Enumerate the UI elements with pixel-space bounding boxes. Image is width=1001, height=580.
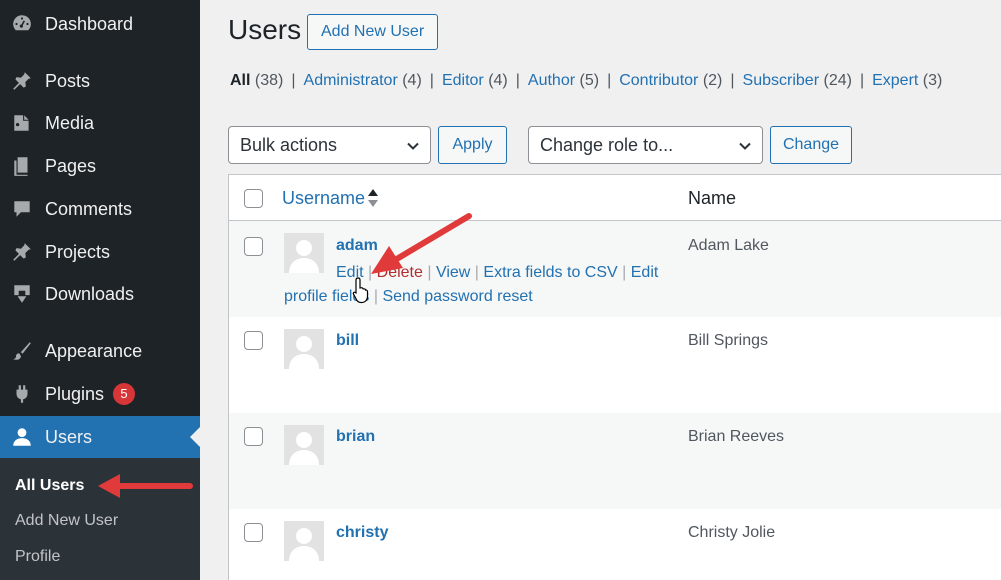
comment-icon	[11, 198, 33, 220]
action-separator: |	[373, 288, 378, 305]
avatar	[284, 425, 324, 465]
sidebar-item-pages[interactable]: Pages	[0, 145, 200, 187]
user-full-name: Adam Lake	[688, 237, 769, 254]
delete-link[interactable]: Delete	[377, 264, 423, 281]
sidebar-item-downloads[interactable]: Downloads	[0, 273, 200, 315]
role-filter-links: All (38) | Administrator (4) | Editor (4) | Au…	[230, 72, 942, 90]
filter-separator: |	[291, 72, 296, 89]
users-table: Username Name adam Adam Lake Edit | Dele…	[228, 174, 1001, 580]
filter-separator: |	[607, 72, 612, 89]
table-header: Username Name	[229, 175, 1001, 221]
avatar	[284, 521, 324, 561]
username-link[interactable]: brian	[336, 428, 375, 446]
brush-icon	[11, 340, 33, 362]
sidebar-item-label: Plugins	[45, 383, 105, 404]
sort-by-username[interactable]: Username	[282, 188, 365, 209]
row-checkbox[interactable]	[244, 523, 263, 542]
sidebar-item-comments[interactable]: Comments	[0, 188, 200, 230]
change-role-select[interactable]: Change role to...	[528, 126, 763, 164]
action-separator: |	[474, 264, 479, 281]
sidebar-item-plugins[interactable]: Plugins 5	[0, 373, 200, 415]
filter-editor[interactable]: Editor (4)	[442, 72, 508, 89]
table-row: bill Bill Springs	[229, 317, 1001, 413]
user-full-name: Brian Reeves	[688, 428, 785, 445]
pages-icon	[11, 155, 33, 177]
sidebar-item-label: Pages	[45, 155, 97, 176]
avatar	[284, 329, 324, 369]
sidebar-item-label: Appearance	[45, 340, 143, 361]
admin-sidebar: Dashboard Posts Media Pages Comments Pro…	[0, 0, 200, 580]
extra-fields-csv-link[interactable]: Extra fields to CSV	[483, 264, 617, 281]
column-name-header: Name	[688, 188, 737, 208]
sidebar-item-label: Media	[45, 112, 95, 133]
sidebar-item-label: Dashboard	[45, 13, 134, 34]
bulk-actions-select[interactable]: Bulk actions	[228, 126, 431, 164]
sidebar-item-projects[interactable]: Projects	[0, 231, 200, 273]
plug-icon	[11, 383, 33, 405]
media-icon	[11, 112, 33, 134]
sidebar-item-label: Downloads	[45, 283, 135, 304]
username-link[interactable]: christy	[336, 524, 388, 542]
sidebar-item-media[interactable]: Media	[0, 102, 200, 144]
apply-button[interactable]: Apply	[438, 126, 507, 164]
action-separator: |	[368, 264, 373, 281]
add-new-user-button[interactable]: Add New User	[307, 14, 439, 50]
edit-link[interactable]: Edit	[336, 264, 364, 281]
filter-expert[interactable]: Expert (3)	[872, 72, 942, 89]
table-row: adam Adam Lake Edit | Delete | View | Ex…	[229, 221, 1001, 317]
submenu-profile[interactable]: Profile	[15, 548, 60, 566]
table-row: christy Christy Jolie	[229, 509, 1001, 580]
sidebar-item-label: Comments	[45, 198, 133, 219]
filter-separator: |	[515, 72, 520, 89]
filter-all[interactable]: All (38)	[230, 72, 283, 89]
select-all-checkbox[interactable]	[244, 189, 263, 208]
row-checkbox[interactable]	[244, 331, 263, 350]
chevron-down-icon	[739, 142, 751, 150]
sidebar-item-label: Projects	[45, 241, 111, 262]
send-password-reset-link[interactable]: Send password reset	[382, 288, 532, 305]
user-icon	[11, 426, 33, 448]
user-full-name: Christy Jolie	[688, 524, 776, 541]
submenu-all-users[interactable]: All Users	[15, 477, 84, 495]
sidebar-item-posts[interactable]: Posts	[0, 60, 200, 102]
download-icon	[11, 283, 33, 305]
view-link[interactable]: View	[436, 264, 470, 281]
sidebar-item-users[interactable]: Users	[0, 416, 200, 458]
plugins-update-badge: 5	[113, 383, 136, 405]
filter-separator: |	[429, 72, 434, 89]
username-link[interactable]: bill	[336, 332, 359, 350]
change-role-value: Change role to...	[540, 135, 674, 155]
bulk-actions-value: Bulk actions	[240, 135, 338, 155]
filter-separator: |	[730, 72, 735, 89]
sidebar-item-label: Posts	[45, 70, 91, 91]
action-separator: |	[427, 264, 432, 281]
filter-administrator[interactable]: Administrator (4)	[304, 72, 422, 89]
sort-arrows-icon[interactable]	[367, 187, 379, 209]
filter-contributor[interactable]: Contributor (2)	[619, 72, 722, 89]
row-checkbox[interactable]	[244, 427, 263, 446]
users-submenu: All Users Add New User Profile	[0, 458, 200, 580]
submenu-add-new-user[interactable]: Add New User	[15, 512, 118, 530]
filter-subscriber[interactable]: Subscriber (24)	[743, 72, 852, 89]
filter-author[interactable]: Author (5)	[528, 72, 599, 89]
sidebar-item-label: Users	[45, 426, 93, 447]
chevron-down-icon	[407, 142, 419, 150]
filter-separator: |	[859, 72, 865, 89]
pin-icon	[11, 241, 33, 263]
row-actions: Edit | Delete | View | Extra fields to C…	[284, 261, 684, 309]
row-checkbox[interactable]	[244, 237, 263, 256]
sidebar-item-dashboard[interactable]: Dashboard	[0, 3, 200, 45]
action-separator: |	[622, 264, 627, 281]
table-row: brian Brian Reeves	[229, 413, 1001, 509]
change-role-button[interactable]: Change	[770, 126, 852, 164]
username-link[interactable]: adam	[336, 237, 378, 255]
user-full-name: Bill Springs	[688, 332, 769, 349]
pin-icon	[11, 70, 33, 92]
dashboard-icon	[11, 13, 33, 35]
main-content: Users Add New User All (38) | Administrato…	[200, 0, 1001, 580]
sidebar-item-appearance[interactable]: Appearance	[0, 330, 200, 372]
page-title: Users	[228, 14, 302, 45]
